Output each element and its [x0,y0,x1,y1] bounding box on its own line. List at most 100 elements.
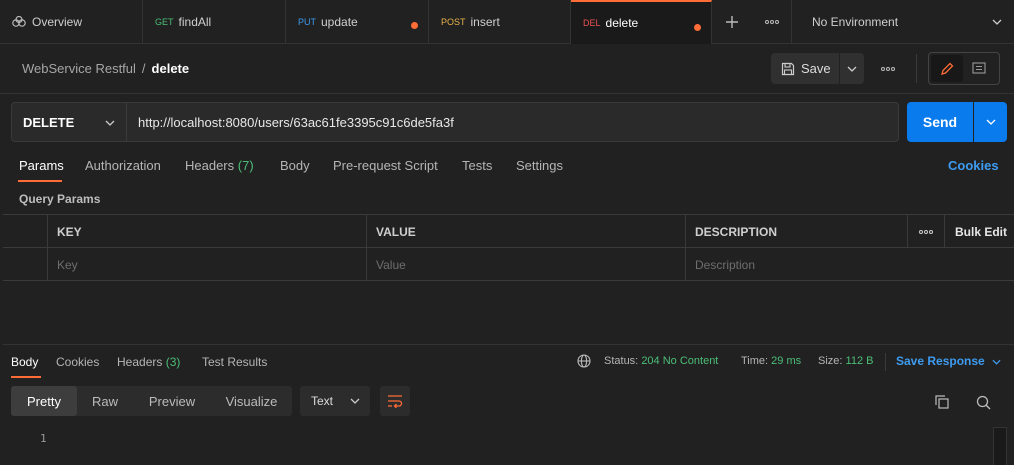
wrap-icon [388,395,403,408]
url-input[interactable]: http://localhost:8080/users/63ac61fe3395… [126,102,899,142]
tab-title: Overview [32,15,83,29]
response-status: Status: 204 No Content [604,355,718,367]
chevron-down-icon [847,66,857,72]
cookies-link[interactable]: Cookies [948,158,999,173]
save-icon [781,62,795,75]
time-label: Time: [741,355,769,367]
description-column-header: DESCRIPTION [685,215,907,248]
response-tab-headers-label: Headers [117,355,163,369]
tab-params[interactable]: Params [19,158,64,173]
tab-settings[interactable]: Settings [516,158,563,173]
tab-options-button[interactable] [752,0,792,44]
response-tab-test-results[interactable]: Test Results [202,355,267,369]
params-table: KEY VALUE DESCRIPTION Bulk Edit Key Valu… [3,214,1014,281]
view-mode-toggle [928,52,1000,85]
save-response-button[interactable]: Save Response [896,354,1001,368]
response-tab-cookies[interactable]: Cookies [56,355,99,369]
description-input[interactable]: Description [685,248,1014,281]
pencil-icon [941,62,954,75]
save-options-button[interactable] [840,53,864,84]
unsaved-dot-icon [694,24,701,31]
chevron-down-icon [992,19,1002,25]
search-button[interactable] [969,389,997,415]
more-icon [919,229,933,234]
tab-title: update [321,15,358,29]
globe-icon[interactable] [577,354,591,368]
checkbox-column-header [3,215,47,248]
copy-button[interactable] [928,389,956,415]
format-selector: Pretty Raw Preview Visualize [11,386,292,416]
format-pretty-button[interactable]: Pretty [11,386,77,416]
tab-pre-request-script[interactable]: Pre-request Script [333,158,438,173]
size-label: Size: [818,355,843,367]
tab-bar: Overview GET findAll PUT update POST ins… [0,0,1014,44]
query-params-title: Query Params [19,192,101,206]
bulk-edit-button[interactable]: Bulk Edit [944,215,1014,248]
breadcrumb-collection[interactable]: WebService Restful [22,61,136,76]
key-input[interactable]: Key [47,248,366,281]
request-tabs: Params Authorization Headers (7) Body Pr… [0,150,1014,182]
breadcrumb-request-name[interactable]: delete [152,61,190,76]
unsaved-dot-icon [411,22,418,29]
time-value[interactable]: 29 ms [771,355,801,367]
tab-headers[interactable]: Headers (7) [185,158,254,173]
tab-insert[interactable]: POST insert [429,0,571,44]
chevron-down-icon [105,120,115,126]
response-time: Time: 29 ms [741,355,801,367]
editor-scrollbar[interactable] [993,427,1007,465]
tab-findall[interactable]: GET findAll [143,0,286,44]
breadcrumb-separator: / [141,61,146,76]
tab-headers-label: Headers [185,158,235,173]
save-label: Save [801,61,831,76]
response-tab-headers[interactable]: Headers (3) [117,355,180,369]
method-label: DELETE [23,114,75,130]
divider [916,54,917,83]
method-select[interactable]: DELETE [11,102,127,142]
edit-mode-button[interactable] [931,55,963,82]
status-value[interactable]: 204 No Content [641,355,718,367]
new-tab-button[interactable] [712,0,752,44]
environment-selector[interactable]: No Environment [792,0,1014,44]
active-response-tab-indicator [11,376,41,378]
tab-method: POST [441,17,466,27]
chevron-down-icon [992,359,1001,365]
tab-delete[interactable]: DEL delete [571,0,712,44]
url-value: http://localhost:8080/users/63ac61fe3395… [138,114,454,130]
table-row: Key Value Description [3,248,1014,281]
tab-overview[interactable]: Overview [0,0,143,44]
response-tab-body[interactable]: Body [11,355,38,369]
column-options-button[interactable] [907,215,944,248]
tab-method: DEL [583,18,601,28]
table-header-row: KEY VALUE DESCRIPTION Bulk Edit [3,215,1014,248]
tab-tests[interactable]: Tests [462,158,492,173]
divider [885,353,886,371]
key-column-header: KEY [47,215,366,248]
save-response-label: Save Response [896,354,985,368]
comment-icon [972,62,986,74]
tab-method: PUT [298,17,316,27]
value-input[interactable]: Value [366,248,685,281]
save-button[interactable]: Save [771,53,839,84]
language-select[interactable]: Text [300,386,370,416]
send-options-button[interactable] [974,102,1007,142]
format-visualize-button[interactable]: Visualize [211,386,292,416]
wrap-lines-button[interactable] [380,386,410,416]
tab-authorization[interactable]: Authorization [85,158,161,173]
response-pane: Body Cookies Headers (3) Test Results St… [3,344,1014,465]
language-label: Text [311,394,334,408]
size-value[interactable]: 112 B [846,355,874,367]
response-headers-count: (3) [165,355,181,369]
format-preview-button[interactable]: Preview [133,386,211,416]
more-icon [764,20,779,24]
search-icon [976,395,990,409]
chevron-down-icon [350,398,360,404]
send-button[interactable]: Send [907,102,973,142]
documentation-button[interactable] [963,55,995,82]
request-options-button[interactable] [872,53,904,84]
tab-body[interactable]: Body [280,158,310,173]
tab-title: insert [470,15,500,29]
copy-icon [935,395,949,409]
tab-method: GET [155,17,174,27]
tab-update[interactable]: PUT update [286,0,429,44]
format-raw-button[interactable]: Raw [77,386,133,416]
